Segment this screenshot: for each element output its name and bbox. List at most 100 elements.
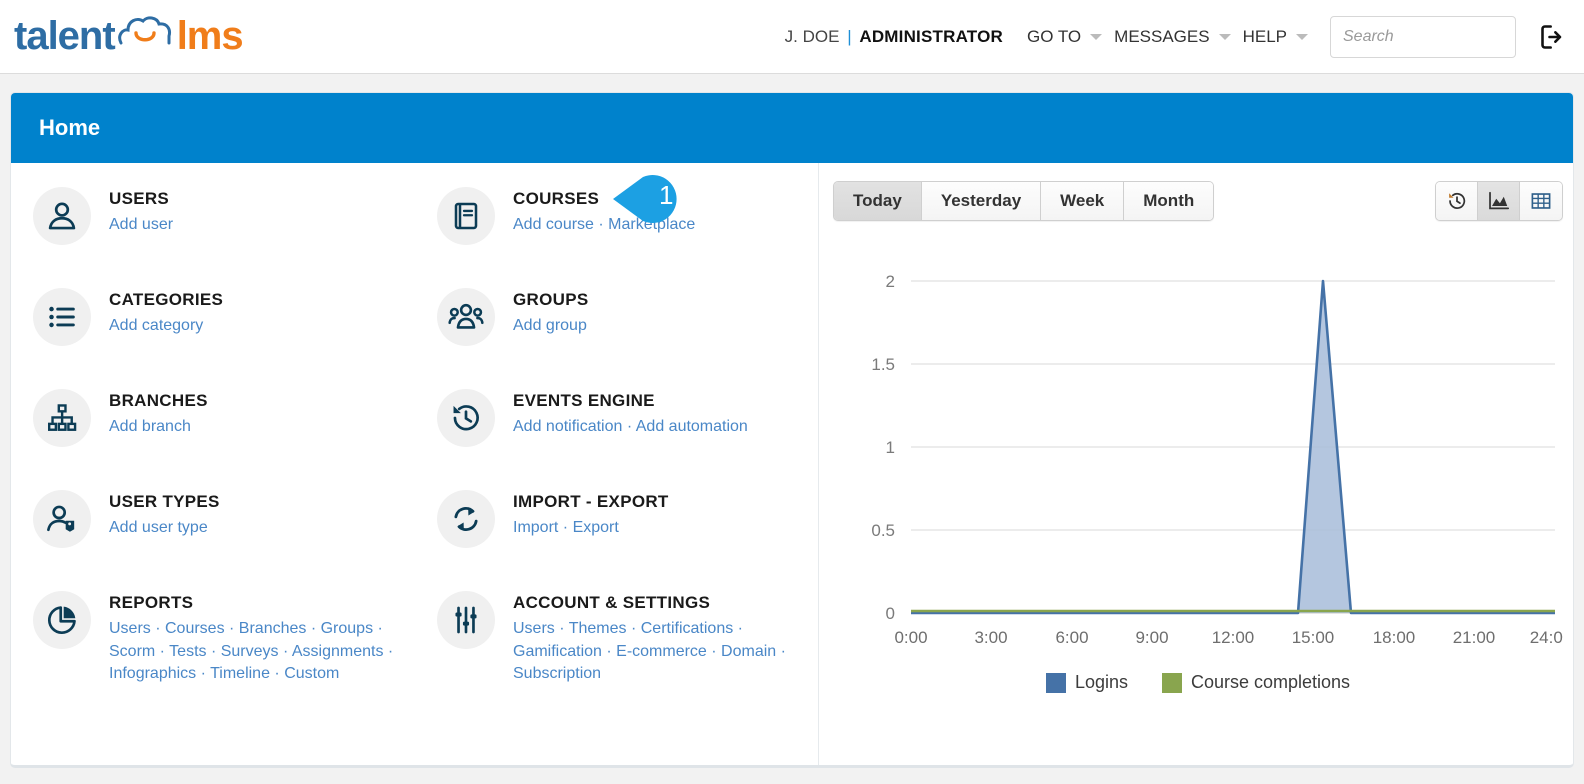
user-account-menu[interactable]: J. DOE | ADMINISTRATOR [785,27,1003,47]
shortcut-reports[interactable]: REPORTS Users · Courses · Branches · Gro… [11,589,415,690]
nav-item-go-to[interactable]: GO TO [1021,27,1108,47]
link-settings-users[interactable]: Users [513,620,555,637]
chart-x-axis-labels: 0:00 3:00 6:00 9:00 12:00 15:00 18:00 21… [894,628,1572,647]
shortcut-links: Add branch [109,416,208,439]
shortcut-user-types[interactable]: USER TYPES Add user type [11,488,415,589]
pie-chart-icon [33,591,91,649]
shortcut-users[interactable]: USERS Add user [11,185,415,286]
tab-yesterday[interactable]: Yesterday [921,182,1042,220]
link-reports-assignments[interactable]: Assignments [292,643,384,660]
user-icon [33,187,91,245]
view-history-button[interactable] [1436,182,1478,220]
tab-today[interactable]: Today [834,182,922,220]
shortcut-import-export[interactable]: IMPORT - EXPORT Import · Export [415,488,819,589]
tab-week[interactable]: Week [1041,182,1125,220]
chart-plot: 2 1.5 1 0.5 0 0:00 3:00 6:00 9:00 12:00 … [833,251,1572,693]
link-add-category[interactable]: Add category [109,317,203,334]
link-add-user-type[interactable]: Add user type [109,519,208,536]
shortcut-categories[interactable]: CATEGORIES Add category [11,286,415,387]
x-tick-0: 0:00 [894,628,927,647]
shortcut-title: IMPORT - EXPORT [513,492,669,511]
book-icon [437,187,495,245]
logo-text-talent: talent [14,14,116,58]
link-add-course[interactable]: Add course [513,216,594,233]
link-reports-scorm[interactable]: Scorm [109,643,155,660]
legend-item-logins[interactable]: Logins [1045,672,1128,693]
nav-item-messages[interactable]: MESSAGES [1108,27,1236,47]
view-chart-button[interactable] [1478,182,1520,220]
statistics-panel: Today Yesterday Week Month 2 1.5 1 0.5 0… [819,163,1573,765]
shortcut-links: Add user [109,214,173,237]
y-tick-1-5: 1.5 [871,355,895,374]
shortcut-links: Users · Themes · Certifications · Gamifi… [513,620,786,683]
x-tick-12: 12:00 [1212,628,1255,647]
link-settings-themes[interactable]: Themes [569,620,627,637]
link-add-branch[interactable]: Add branch [109,418,191,435]
logout-button[interactable] [1536,20,1570,54]
x-tick-9: 9:00 [1135,628,1168,647]
link-add-notification[interactable]: Add notification [513,418,622,435]
shortcut-courses[interactable]: COURSES Add course · Marketplace 1 [415,175,819,286]
shortcut-title: EVENTS ENGINE [513,391,655,410]
link-settings-certifications[interactable]: Certifications [641,620,733,637]
chevron-down-icon-help [1296,33,1308,40]
shortcut-groups[interactable]: GROUPS Add group [415,286,819,387]
legend-item-course-completions[interactable]: Course completions [1161,672,1351,693]
shortcut-title: CATEGORIES [109,290,224,309]
logo-text-lms: lms [176,14,244,58]
x-tick-3: 3:00 [974,628,1007,647]
link-export[interactable]: Export [573,519,619,536]
user-tag-icon [33,490,91,548]
sync-icon [437,490,495,548]
sliders-icon [437,591,495,649]
user-name: J. DOE [784,26,840,46]
link-add-user[interactable]: Add user [109,216,173,233]
link-reports-infographics[interactable]: Infographics [109,665,196,682]
nav-item-help[interactable]: HELP [1237,27,1314,47]
shortcut-branches[interactable]: BRANCHES Add branch [11,387,415,488]
top-bar: talent lms J. DOE | ADMINISTRATOR GO TO … [0,0,1584,74]
legend-label-course-completions: Course completions [1190,672,1351,692]
link-add-group[interactable]: Add group [513,317,587,334]
link-reports-timeline[interactable]: Timeline [210,665,270,682]
y-tick-0-5: 0.5 [871,521,895,540]
link-marketplace[interactable]: Marketplace [608,216,695,233]
user-separator: | [847,26,852,46]
chevron-down-icon-messages [1218,33,1231,40]
link-reports-users[interactable]: Users [109,620,151,637]
view-table-button[interactable] [1520,182,1562,220]
link-reports-surveys[interactable]: Surveys [221,643,279,660]
home-card: Home USERS Add user COURSES Add course ·… [10,92,1574,768]
link-reports-custom[interactable]: Custom [284,665,339,682]
logout-icon [1541,24,1562,49]
tab-month[interactable]: Month [1124,182,1214,220]
shortcut-title: USER TYPES [109,492,220,511]
shortcut-events-engine[interactable]: EVENTS ENGINE Add notification · Add aut… [415,387,819,488]
link-add-automation[interactable]: Add automation [636,418,748,435]
shortcut-links: Add category [109,315,223,338]
shortcut-account-settings[interactable]: ACCOUNT & SETTINGS Users · Themes · Cert… [415,589,819,690]
x-tick-6: 6:00 [1055,628,1088,647]
x-tick-15: 15:00 [1292,628,1335,647]
link-import[interactable]: Import [513,519,558,536]
legend-swatch-logins [1045,672,1066,693]
link-settings-gamification[interactable]: Gamification [513,643,602,660]
link-reports-branches[interactable]: Branches [239,620,307,637]
page-title: Home [39,115,101,140]
y-tick-1: 1 [886,438,895,457]
link-settings-domain[interactable]: Domain [721,643,776,660]
area-chart-svg: 2 1.5 1 0.5 0 0:00 3:00 6:00 9:00 12:00 … [871,272,1572,647]
chart-legend: Logins Course completions [833,672,1563,693]
legend-swatch-course-completions [1161,672,1182,693]
link-settings-subscription[interactable]: Subscription [513,665,601,682]
chart-toolbar: Today Yesterday Week Month [833,181,1563,221]
shortcut-title: BRANCHES [109,391,208,410]
link-reports-groups[interactable]: Groups [321,620,373,637]
link-reports-tests[interactable]: Tests [169,643,206,660]
shortcut-title: COURSES [513,189,600,208]
link-settings-ecommerce[interactable]: E-commerce [616,643,707,660]
link-reports-courses[interactable]: Courses [165,620,225,637]
table-grid-icon [1531,193,1551,209]
talentlms-logo[interactable]: talent lms [14,14,244,59]
search-input[interactable] [1330,15,1516,58]
